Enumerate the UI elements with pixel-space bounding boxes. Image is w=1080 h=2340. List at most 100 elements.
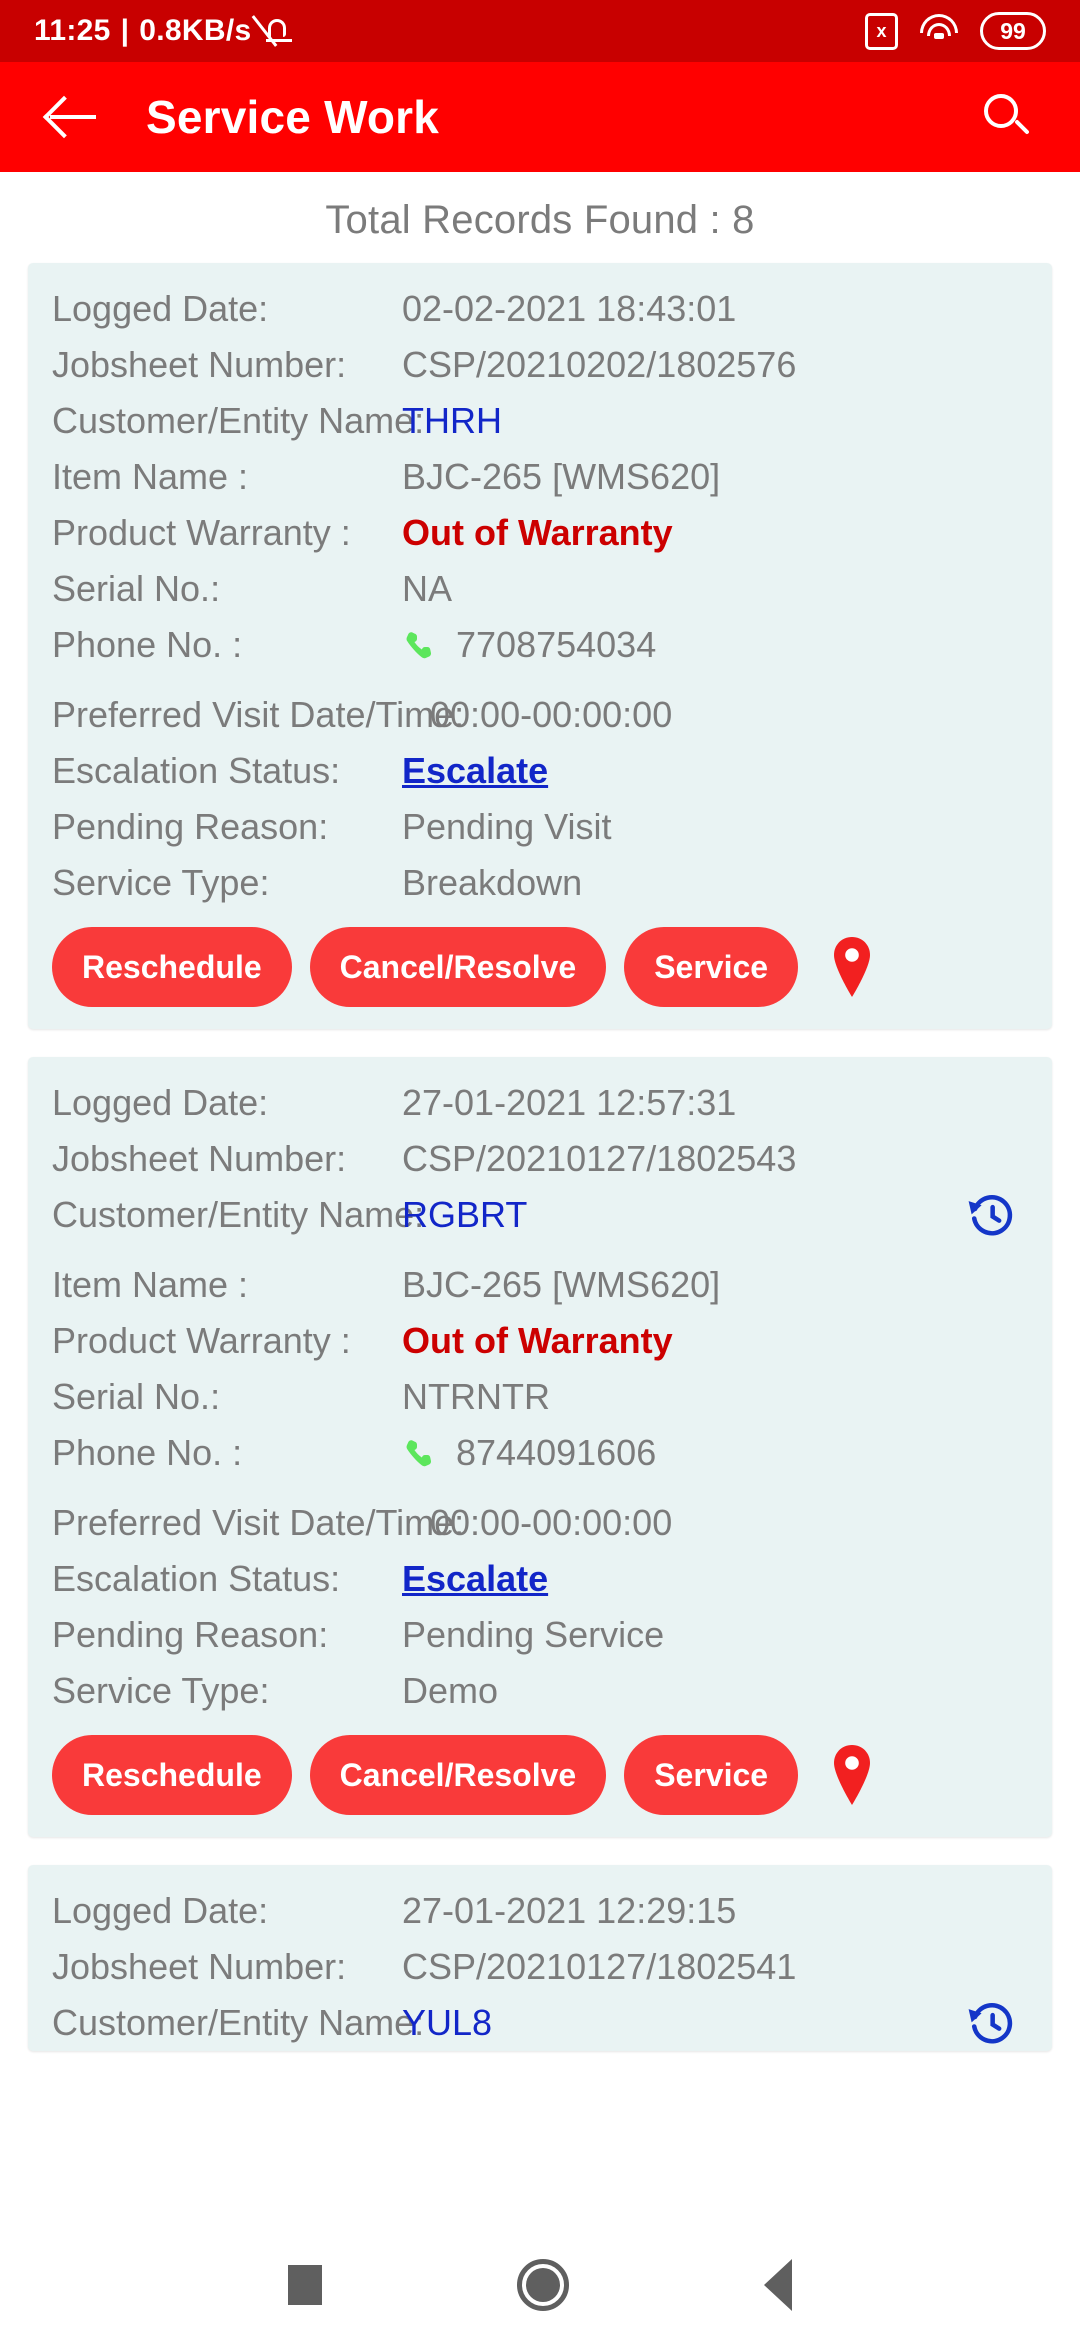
pending-reason-label: Pending Reason: xyxy=(52,1614,329,1655)
history-icon[interactable] xyxy=(966,1997,1018,2049)
pending-reason-row: Pending Reason: Pending Service xyxy=(52,1607,1028,1663)
circle-home-icon[interactable] xyxy=(516,2259,569,2311)
battery-icon: 99 xyxy=(980,12,1046,50)
android-nav-bar xyxy=(0,2230,1080,2340)
page-title: Service Work xyxy=(146,91,440,143)
pending-reason-value: Pending Visit xyxy=(402,806,612,847)
pending-reason-row: Pending Reason: Pending Visit xyxy=(52,799,1028,855)
preferred-visit-label: Preferred Visit Date/Time: xyxy=(52,1502,465,1543)
status-bar: 11:25 | 0.8KB/s x 99 xyxy=(0,0,1080,62)
jobsheet-number-row: Jobsheet Number: CSP/20210127/1802543 xyxy=(52,1131,1028,1187)
phone-call-icon[interactable] xyxy=(402,628,438,666)
card-action-buttons: Reschedule Cancel/Resolve Service xyxy=(52,911,1028,1029)
phone-no-label: Phone No. : xyxy=(52,1432,243,1473)
logged-date-value: 27-01-2021 12:57:31 xyxy=(402,1082,737,1123)
app-bar: Service Work xyxy=(0,62,1080,172)
status-network-speed: 0.8KB/s xyxy=(139,14,252,47)
reschedule-button[interactable]: Reschedule xyxy=(52,927,292,1007)
search-icon[interactable] xyxy=(982,92,1032,142)
serial-no-label: Serial No.: xyxy=(52,1376,221,1417)
product-warranty-value: Out of Warranty xyxy=(402,512,673,553)
service-type-row: Service Type: Breakdown xyxy=(52,855,1028,911)
customer-name-label: Customer/Entity Name: xyxy=(52,1194,425,1235)
logged-date-row: Logged Date: 27-01-2021 12:29:15 xyxy=(52,1883,1028,1939)
service-type-label: Service Type: xyxy=(52,1670,270,1711)
product-warranty-label: Product Warranty : xyxy=(52,512,351,553)
wifi-icon xyxy=(918,14,960,48)
logged-date-value: 27-01-2021 12:29:15 xyxy=(402,1890,737,1931)
record-card[interactable]: Logged Date: 27-01-2021 12:57:31 Jobshee… xyxy=(28,1057,1052,1837)
status-time: 11:25 xyxy=(34,14,111,47)
serial-no-row: Serial No.: NA xyxy=(52,561,1028,617)
map-pin-icon[interactable] xyxy=(828,1744,876,1806)
item-name-value: BJC-265 [WMS620] xyxy=(402,1264,721,1305)
service-type-label: Service Type: xyxy=(52,862,270,903)
preferred-visit-row: Preferred Visit Date/Time: 00:00-00:00:0… xyxy=(52,687,1028,743)
phone-no-value: 7708754034 xyxy=(456,624,657,665)
sim-card-icon: x xyxy=(865,12,898,50)
status-bar-left: 11:25 | 0.8KB/s xyxy=(34,14,295,48)
item-name-label: Item Name : xyxy=(52,1264,249,1305)
phone-no-value: 8744091606 xyxy=(456,1432,657,1473)
escalation-status-label: Escalation Status: xyxy=(52,750,341,791)
cancel-resolve-button[interactable]: Cancel/Resolve xyxy=(309,1735,607,1815)
product-warranty-value: Out of Warranty xyxy=(402,1320,673,1361)
logged-date-value: 02-02-2021 18:43:01 xyxy=(402,288,737,329)
record-card[interactable]: Logged Date: 02-02-2021 18:43:01 Jobshee… xyxy=(28,263,1052,1029)
logged-date-row: Logged Date: 27-01-2021 12:57:31 xyxy=(52,1075,1028,1131)
jobsheet-number-value: CSP/20210127/1802541 xyxy=(402,1946,797,1987)
escalation-status-row: Escalation Status: Escalate xyxy=(52,1551,1028,1607)
jobsheet-number-label: Jobsheet Number: xyxy=(52,1946,347,1987)
product-warranty-row: Product Warranty : Out of Warranty xyxy=(52,1313,1028,1369)
phone-no-row: Phone No. : 8744091606 xyxy=(52,1425,1028,1481)
logged-date-label: Logged Date: xyxy=(52,1082,269,1123)
escalation-status-label: Escalation Status: xyxy=(52,1558,341,1599)
pending-reason-value: Pending Service xyxy=(402,1614,665,1655)
history-icon[interactable] xyxy=(966,1189,1018,1241)
logged-date-label: Logged Date: xyxy=(52,1890,269,1931)
customer-name-label: Customer/Entity Name: xyxy=(52,2002,425,2043)
item-name-row: Item Name : BJC-265 [WMS620] xyxy=(52,1257,1028,1313)
item-name-row: Item Name : BJC-265 [WMS620] xyxy=(52,449,1028,505)
phone-no-row: Phone No. : 7708754034 xyxy=(52,617,1028,673)
product-warranty-row: Product Warranty : Out of Warranty xyxy=(52,505,1028,561)
preferred-visit-label: Preferred Visit Date/Time: xyxy=(52,694,465,735)
serial-no-label: Serial No.: xyxy=(52,568,221,609)
jobsheet-number-value: CSP/20210202/1802576 xyxy=(402,344,797,385)
serial-no-value: NA xyxy=(402,568,453,609)
phone-no-label: Phone No. : xyxy=(52,624,243,665)
jobsheet-number-label: Jobsheet Number: xyxy=(52,1138,347,1179)
escalation-status-row: Escalation Status: Escalate xyxy=(52,743,1028,799)
serial-no-row: Serial No.: NTRNTR xyxy=(52,1369,1028,1425)
back-arrow-icon[interactable] xyxy=(44,89,100,145)
service-button[interactable]: Service xyxy=(624,1735,799,1815)
customer-name-link[interactable]: RGBRT xyxy=(402,1187,966,1243)
cancel-resolve-button[interactable]: Cancel/Resolve xyxy=(309,927,607,1007)
card-action-buttons: Reschedule Cancel/Resolve Service xyxy=(52,1719,1028,1837)
preferred-visit-value: 00:00-00:00:00 xyxy=(430,1502,673,1543)
item-name-value: BJC-265 [WMS620] xyxy=(402,456,721,497)
triangle-back-icon[interactable] xyxy=(764,2259,793,2311)
escalate-link[interactable]: Escalate xyxy=(402,1551,1028,1607)
reschedule-button[interactable]: Reschedule xyxy=(52,1735,292,1815)
record-card[interactable]: Logged Date: 27-01-2021 12:29:15 Jobshee… xyxy=(28,1865,1052,2051)
service-type-row: Service Type: Demo xyxy=(52,1663,1028,1719)
service-type-value: Demo xyxy=(402,1670,499,1711)
preferred-visit-value: 00:00-00:00:00 xyxy=(430,694,673,735)
status-separator: | xyxy=(120,14,130,47)
customer-name-link[interactable]: YUL8 xyxy=(402,1995,966,2051)
customer-name-label: Customer/Entity Name: xyxy=(52,400,425,441)
escalate-link[interactable]: Escalate xyxy=(402,743,1028,799)
map-pin-icon[interactable] xyxy=(828,936,876,998)
customer-name-link[interactable]: THRH xyxy=(402,393,1028,449)
jobsheet-number-label: Jobsheet Number: xyxy=(52,344,347,385)
customer-name-row: Customer/Entity Name: THRH xyxy=(52,393,1028,449)
customer-name-row: Customer/Entity Name: RGBRT xyxy=(52,1187,1028,1243)
square-recents-icon[interactable] xyxy=(287,2265,322,2305)
records-list: Total Records Found : 8 Logged Date: 02-… xyxy=(0,172,1080,2340)
jobsheet-number-row: Jobsheet Number: CSP/20210127/1802541 xyxy=(52,1939,1028,1995)
phone-call-icon[interactable] xyxy=(402,1436,438,1474)
service-button[interactable]: Service xyxy=(624,927,799,1007)
pending-reason-label: Pending Reason: xyxy=(52,806,329,847)
jobsheet-number-row: Jobsheet Number: CSP/20210202/1802576 xyxy=(52,337,1028,393)
